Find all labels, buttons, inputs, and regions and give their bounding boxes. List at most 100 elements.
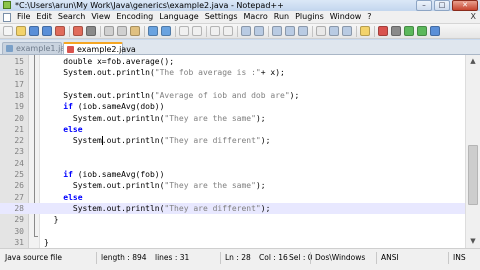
keyword-token: else [63, 124, 83, 134]
close-all-icon[interactable] [73, 26, 83, 36]
menu-item-view[interactable]: View [88, 11, 113, 23]
doc-map-icon[interactable] [329, 26, 339, 36]
code-line[interactable]: 29} [0, 214, 465, 225]
print-icon[interactable] [86, 26, 96, 36]
func-list-icon[interactable] [342, 26, 352, 36]
menu-item-settings[interactable]: Settings [202, 11, 241, 23]
code-line[interactable]: 28 System.out.println("They are different… [0, 202, 465, 214]
copy-icon[interactable] [117, 26, 127, 36]
close-button[interactable]: ✕ [452, 0, 478, 11]
menu-item-file[interactable]: File [14, 11, 33, 23]
tab-example1[interactable]: example1.java [2, 42, 75, 54]
toolbar-separator [175, 25, 176, 37]
code-line[interactable]: 19 if (iob.sameAvg(dob)) [0, 101, 465, 112]
line-number: 25 [14, 170, 24, 179]
scroll-up-icon[interactable]: ▲ [468, 56, 478, 66]
menu-item-macro[interactable]: Macro [241, 11, 271, 23]
vertical-scrollbar[interactable]: ▲ ▼ [465, 55, 480, 248]
line-number: 20 [14, 113, 24, 123]
code-line[interactable]: 17 [0, 79, 465, 90]
menu-item-window[interactable]: Window [327, 11, 365, 23]
keyword-token: else [63, 192, 83, 202]
code-token: System.out.println( [72, 181, 165, 191]
lang-icon[interactable] [316, 26, 326, 36]
code-token: ); [289, 90, 300, 100]
code-line[interactable]: 31} [0, 237, 465, 248]
status-sel: Sel : 0 [289, 253, 313, 262]
tab-bar: example1.java example2.java [0, 40, 480, 55]
tab-example2[interactable]: example2.java [63, 42, 136, 54]
code-line[interactable]: 25 if (iob.sameAvg(fob)) [0, 169, 465, 180]
maximize-button[interactable]: □ [434, 0, 450, 11]
code-token: ); [255, 181, 266, 191]
menu-item-encoding[interactable]: Encoding [113, 11, 156, 23]
save-macro-icon[interactable] [430, 26, 440, 36]
new-icon[interactable] [3, 26, 13, 36]
all-chars-icon[interactable] [285, 26, 295, 36]
close-icon[interactable] [55, 26, 65, 36]
code-token: System.out.println( [72, 136, 165, 146]
record-icon[interactable] [378, 26, 388, 36]
undo-icon[interactable] [148, 26, 158, 36]
code-token: System.out.println( [63, 90, 155, 100]
code-text: else [63, 192, 82, 203]
code-text: System.out.println("They are different")… [73, 203, 270, 214]
close-document-button[interactable]: X [471, 11, 476, 23]
code-token: double x=fob.average(); [63, 57, 175, 66]
redo-icon[interactable] [161, 26, 171, 36]
zoom-out-icon[interactable] [223, 26, 233, 36]
menu-item-language[interactable]: Language [156, 11, 201, 23]
code-text: System.out.println("Average of iob and d… [63, 90, 299, 101]
status-lines: lines : 31 [155, 253, 190, 262]
title-bar: *C:\Users\arun\My Work\Java\generics\exa… [0, 0, 480, 11]
indent-guide-icon[interactable] [298, 26, 308, 36]
code-line[interactable]: 15 double x=fob.average(); [0, 56, 465, 67]
file-modified-icon [67, 46, 74, 53]
sync-h-icon[interactable] [254, 26, 264, 36]
zoom-in-icon[interactable] [210, 26, 220, 36]
menu-item-run[interactable]: Run [271, 11, 292, 23]
toolbar-separator [356, 25, 357, 37]
notepad-app-icon [3, 1, 11, 9]
toolbar-separator [100, 25, 101, 37]
code-line[interactable]: 21 else [0, 124, 465, 135]
code-line[interactable]: 22 System.out.println("They are different… [0, 135, 465, 146]
code-editor[interactable]: 15 double x=fob.average(); 16 System.out.pr… [0, 55, 480, 248]
status-length: length : 894 [101, 253, 147, 262]
code-line[interactable]: 20 System.out.println("They are the same"… [0, 113, 465, 124]
stop-icon[interactable] [391, 26, 401, 36]
code-line[interactable]: 27 else [0, 192, 465, 203]
replace-icon[interactable] [192, 26, 202, 36]
sync-v-icon[interactable] [241, 26, 251, 36]
wrap-icon[interactable] [272, 26, 282, 36]
document-icon[interactable] [3, 12, 11, 22]
save-icon[interactable] [29, 26, 39, 36]
status-encoding: ANSI [381, 253, 399, 262]
cut-icon[interactable] [104, 26, 114, 36]
window-controls: – □ ✕ [414, 0, 478, 11]
play-icon[interactable] [404, 26, 414, 36]
menu-item-plugins[interactable]: Plugins [292, 11, 327, 23]
menu-item-edit[interactable]: Edit [33, 11, 55, 23]
find-icon[interactable] [179, 26, 189, 36]
code-line[interactable]: 23 [0, 146, 465, 157]
folder-icon[interactable] [360, 26, 370, 36]
code-line[interactable]: 16 System.out.println("The fob average is… [0, 67, 465, 78]
code-line[interactable]: 18 System.out.println("Average of iob and… [0, 90, 465, 101]
line-number: 28 [14, 203, 24, 213]
code-line[interactable]: 26 System.out.println("They are the same"… [0, 180, 465, 191]
menu-item-help[interactable]: ? [364, 11, 374, 23]
open-icon[interactable] [16, 26, 26, 36]
line-number: 24 [14, 158, 24, 168]
play-multi-icon[interactable] [417, 26, 427, 36]
menu-item-search[interactable]: Search [55, 11, 88, 23]
save-all-icon[interactable] [42, 26, 52, 36]
scroll-down-icon[interactable]: ▼ [468, 236, 478, 246]
minimize-button[interactable]: – [416, 0, 432, 11]
code-line[interactable]: 24 [0, 158, 465, 169]
string-token: "They are different" [164, 203, 261, 213]
paste-icon[interactable] [130, 26, 140, 36]
scroll-thumb[interactable] [468, 145, 478, 205]
string-token: "They are different" [164, 136, 261, 146]
code-line[interactable]: 30 [0, 226, 465, 237]
